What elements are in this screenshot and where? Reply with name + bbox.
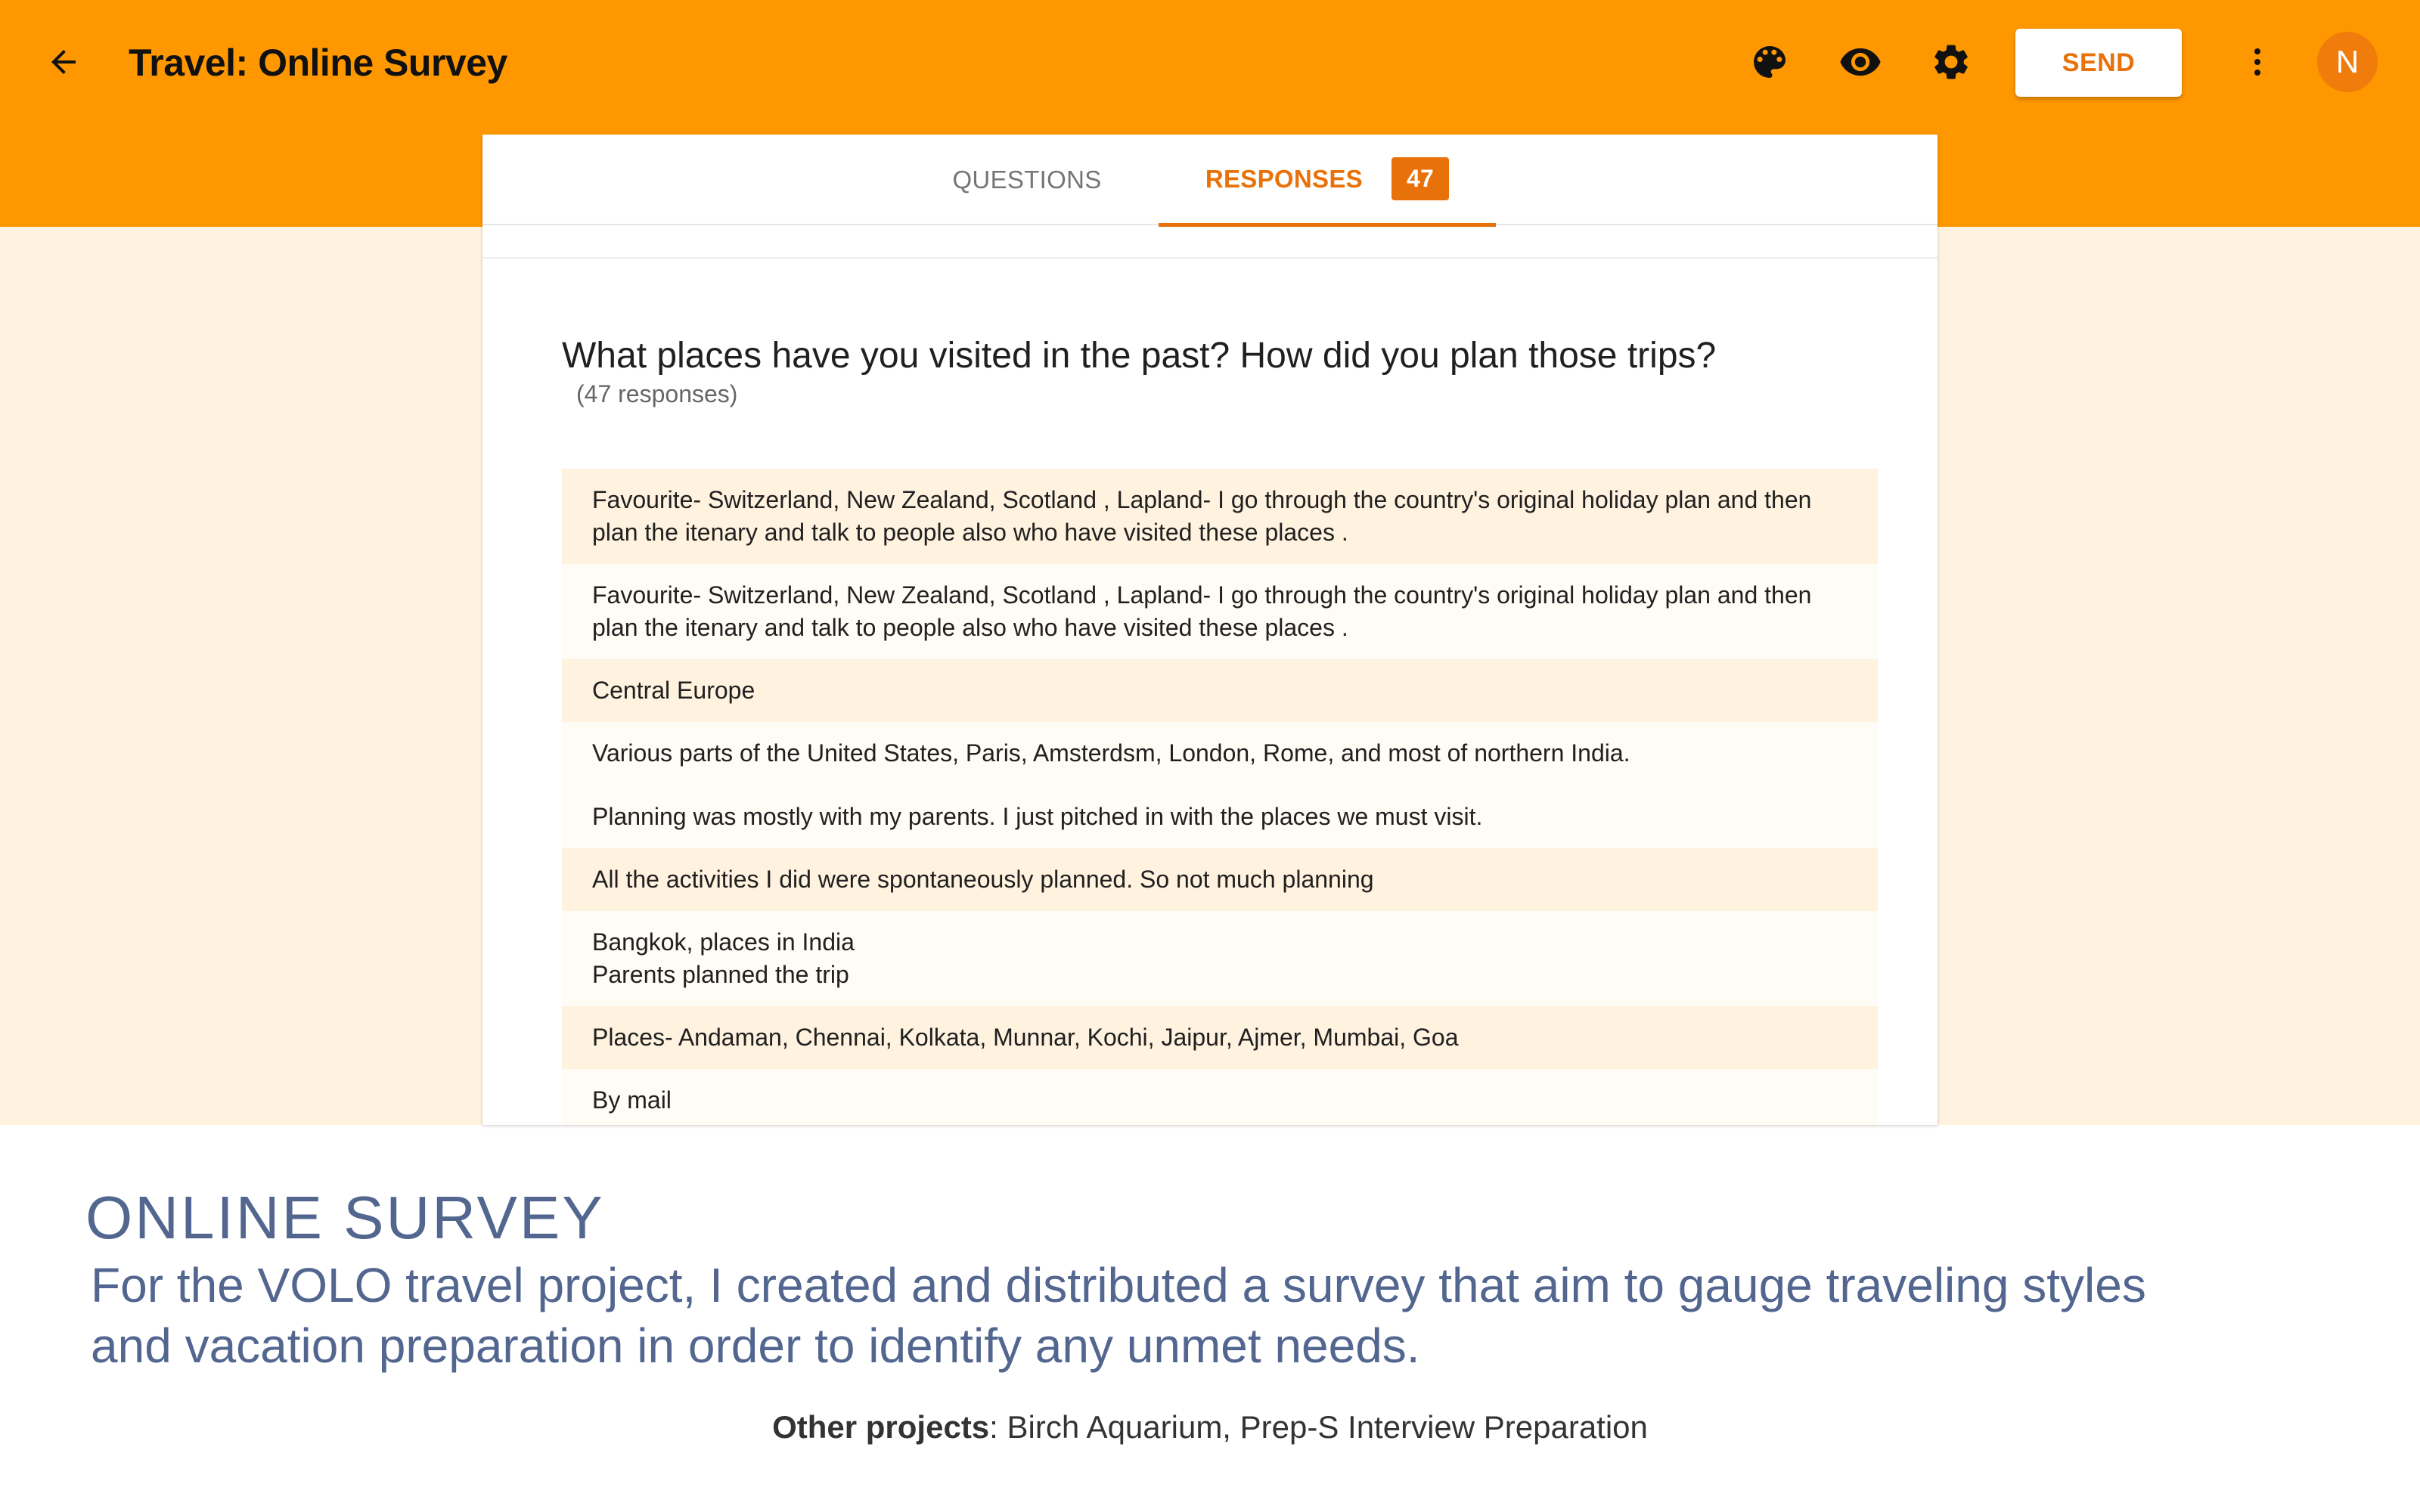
response-row: Favourite- Switzerland, New Zealand, Sco… xyxy=(562,564,1878,659)
response-count: (47 responses) xyxy=(576,380,738,407)
tab-bar: QUESTIONS RESPONSES 47 xyxy=(482,135,1938,227)
divider xyxy=(482,257,1938,259)
send-button[interactable]: SEND xyxy=(2015,29,2182,97)
response-text: Favourite- Switzerland, New Zealand, Sco… xyxy=(592,486,1812,513)
responses-list: Favourite- Switzerland, New Zealand, Sco… xyxy=(562,469,1878,1125)
tab-questions-label: QUESTIONS xyxy=(952,166,1102,194)
palette-button[interactable] xyxy=(1745,38,1794,86)
response-row: Various parts of the United States, Pari… xyxy=(562,722,1878,848)
palette-icon xyxy=(1754,46,1786,78)
more-options-button[interactable] xyxy=(2235,38,2280,86)
other-projects: Other projects: Birch Aquarium, Prep-S I… xyxy=(0,1409,2420,1445)
caption-line: and vacation preparation in order to ide… xyxy=(91,1318,1420,1373)
back-button[interactable] xyxy=(39,38,88,86)
other-projects-label: Other projects xyxy=(772,1409,990,1445)
caption-body: For the VOLO travel project, I created a… xyxy=(91,1255,2360,1376)
tab-responses-label: RESPONSES xyxy=(1205,164,1363,193)
account-avatar[interactable]: N xyxy=(2317,32,2378,92)
gear-icon xyxy=(1934,45,1968,79)
response-text: Central Europe xyxy=(592,677,755,704)
response-text: Parents planned the trip xyxy=(592,961,849,988)
response-row: Favourite- Switzerland, New Zealand, Sco… xyxy=(562,469,1878,564)
response-text: Planning was mostly with my parents. I j… xyxy=(592,803,1483,830)
response-row: Central Europe xyxy=(562,659,1878,722)
response-row: All the activities I did were spontaneou… xyxy=(562,848,1878,911)
response-text: Various parts of the United States, Pari… xyxy=(592,739,1630,767)
tab-questions[interactable]: QUESTIONS xyxy=(936,135,1118,225)
question-title: What places have you visited in the past… xyxy=(562,336,1717,376)
response-text: plan the itenary and talk to people also… xyxy=(592,614,1348,641)
eye-icon xyxy=(1840,48,1881,76)
response-text: Bangkok, places in India xyxy=(592,928,855,956)
arrow-back-icon xyxy=(51,50,76,74)
responses-count-badge: 47 xyxy=(1391,157,1450,200)
preview-button[interactable] xyxy=(1836,38,1885,86)
response-row: Bangkok, places in India Parents planned… xyxy=(562,911,1878,1006)
form-title: Travel: Online Survey xyxy=(129,42,507,84)
response-row: Places- Andaman, Chennai, Kolkata, Munna… xyxy=(562,1006,1878,1069)
response-text: All the activities I did were spontaneou… xyxy=(592,866,1374,893)
response-text: Favourite- Switzerland, New Zealand, Sco… xyxy=(592,581,1812,609)
other-projects-list: : Birch Aquarium, Prep-S Interview Prepa… xyxy=(989,1409,1648,1445)
form-card: QUESTIONS RESPONSES 47 What places have … xyxy=(482,135,1938,1125)
response-text: plan the itenary and talk to people also… xyxy=(592,519,1348,546)
response-text: By mail xyxy=(592,1086,672,1114)
tab-responses[interactable]: RESPONSES 47 xyxy=(1159,135,1496,227)
response-row: By mail xyxy=(562,1069,1878,1125)
response-text: Places- Andaman, Chennai, Kolkata, Munna… xyxy=(592,1024,1459,1051)
more-vert-icon xyxy=(2254,48,2260,76)
caption-line: For the VOLO travel project, I created a… xyxy=(91,1258,2146,1312)
settings-button[interactable] xyxy=(1927,38,1975,86)
caption-title: ONLINE SURVEY xyxy=(85,1184,605,1251)
